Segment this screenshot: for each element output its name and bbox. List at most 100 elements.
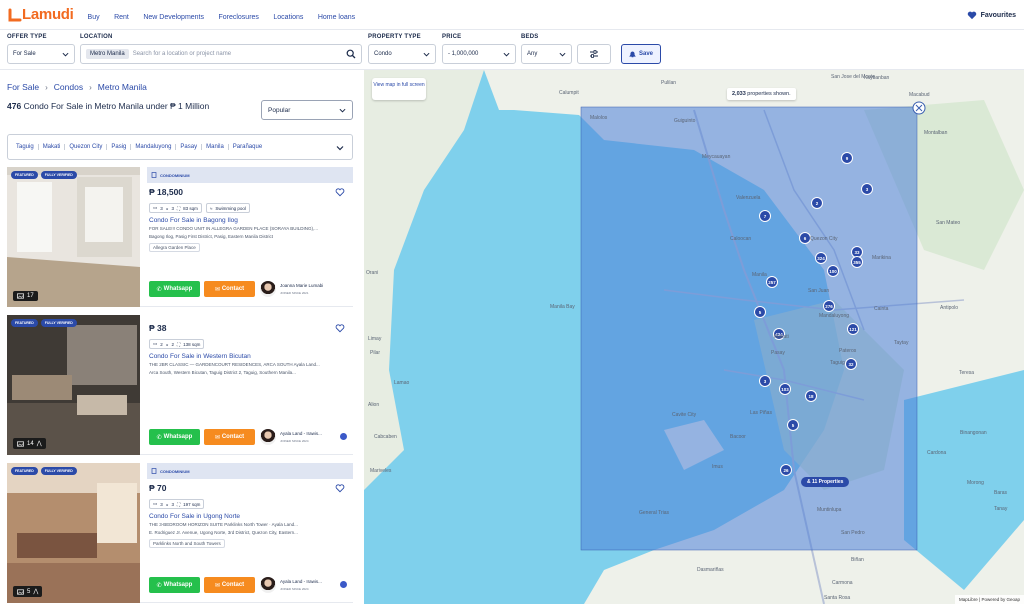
nav-rent[interactable]: Rent (114, 14, 129, 21)
results-text: Condo For Sale in Metro Manila under ₱ 1… (23, 101, 210, 111)
whatsapp-label: Whatsapp (163, 286, 193, 292)
map-cluster[interactable]: 276 (823, 300, 835, 312)
nav-locations[interactable]: Locations (273, 14, 303, 21)
whatsapp-button[interactable]: ✆ Whatsapp (149, 281, 200, 297)
listing-photo[interactable]: FEATURED FULLY VERIFIED 14 ⋀ (7, 315, 140, 455)
spec-rooms: ▭ 3 ◒ 3 ⛶ 197 sqm (149, 499, 205, 509)
map-cluster[interactable]: 3 (759, 375, 771, 387)
map-view[interactable]: View map in full screen 2,033 properties… (364, 70, 1024, 604)
breadcrumb-condos[interactable]: Condos (54, 82, 83, 92)
contact-button[interactable]: ✉ Contact (204, 577, 255, 593)
location-link-manila[interactable]: Manila (202, 144, 229, 150)
nav-foreclosures[interactable]: Foreclosures (218, 14, 258, 21)
bath-icon: ◒ (165, 205, 169, 211)
map-cluster[interactable]: 2 (811, 197, 823, 209)
breadcrumb-metro-manila[interactable]: Metro Manila (98, 82, 147, 92)
listing-photo[interactable]: FEATURED FULLY VERIFIED 17 (7, 167, 140, 307)
photo-count: 5 ⋀ (13, 586, 43, 597)
map-label: Carmona (832, 580, 853, 586)
project-tag[interactable]: Parklinks North and South Towers (149, 539, 225, 548)
project-tag[interactable]: Allegra Garden Place (149, 243, 200, 252)
map-cluster[interactable]: 121 (847, 323, 859, 335)
offer-type-select[interactable]: For Sale (7, 44, 75, 64)
location-chip[interactable]: Metro Manila (86, 49, 129, 59)
listing-title[interactable]: Condo For Sale in Bagong Ilog (149, 217, 238, 224)
agent-info[interactable]: Ayala Land - Irawis... JOINED SINCE 2024 (260, 429, 353, 445)
location-link-pasay[interactable]: Pasay (176, 144, 203, 150)
map-label: Meycauayan (702, 154, 731, 160)
map-cluster[interactable]: 7 (759, 210, 771, 222)
listing-title[interactable]: Condo For Sale in Ugong Norte (149, 513, 240, 520)
map-attribution[interactable]: MapLibre | Powered by Geoap (955, 595, 1024, 604)
whatsapp-button[interactable]: ✆ Whatsapp (149, 577, 200, 593)
sort-select[interactable]: Popular (261, 100, 353, 120)
more-filters-button[interactable] (577, 44, 611, 64)
listing-card[interactable]: FEATURED FULLY VERIFIED 14 ⋀ ₱ 38 ▭ 2 ◒ 2 … (7, 315, 353, 455)
location-search[interactable]: Metro Manila Search for a location or pr… (80, 44, 362, 64)
map-cluster[interactable]: 355 (851, 256, 863, 268)
location-link-taguig[interactable]: Taguig (14, 144, 39, 150)
location-link-makati[interactable]: Makati (39, 144, 66, 150)
mail-icon: ✉ (214, 434, 220, 441)
listing-address: Arca South, Western Bicutan, Taguig Dist… (149, 370, 296, 375)
favorite-heart-icon[interactable] (335, 187, 345, 197)
map-cluster[interactable]: 257 (766, 276, 778, 288)
nav-new-developments[interactable]: New Developments (143, 14, 204, 21)
agent-info[interactable]: Joanna Marie Lumabi JOINED SINCE 2021 (260, 281, 353, 297)
map-cluster[interactable]: 103 (779, 383, 791, 395)
bath-icon: ◒ (165, 501, 169, 507)
whatsapp-button[interactable]: ✆ Whatsapp (149, 429, 200, 445)
chevron-down-icon[interactable] (336, 144, 344, 152)
photo-count-value: 5 (27, 588, 31, 595)
nav-buy[interactable]: Buy (88, 14, 100, 21)
favorite-heart-icon[interactable] (335, 483, 345, 493)
room-photo (7, 315, 140, 455)
bath-count: 2 (171, 341, 175, 347)
nav-home-loans[interactable]: Home loans (318, 14, 355, 21)
verified-agent-icon (340, 581, 347, 588)
save-search-button[interactable]: Save (621, 44, 661, 64)
listing-card[interactable]: FEATURED FULLY VERIFIED 17 CONDOMINIUM ₱… (7, 167, 353, 307)
beds-select[interactable]: Any (521, 44, 572, 64)
view-full-map-button[interactable]: View map in full screen (372, 78, 426, 100)
property-type-select[interactable]: Condo (368, 44, 436, 64)
close-icon[interactable] (912, 101, 926, 115)
map-cluster[interactable]: 5 (787, 419, 799, 431)
listing-title[interactable]: Condo For Sale in Western Bicutan (149, 353, 251, 360)
location-link-paranaque[interactable]: Parañaque (229, 144, 266, 150)
map-cluster[interactable]: 18 (805, 390, 817, 402)
location-placeholder[interactable]: Search for a location or project name (133, 51, 346, 57)
listing-photo[interactable]: FEATURED FULLY VERIFIED 5 ⋀ (7, 463, 140, 603)
map-cluster[interactable]: 9 (841, 152, 853, 164)
map-cluster[interactable]: 100 (827, 265, 839, 277)
agent-info[interactable]: Ayala Land - Irawis... JOINED SINCE 2024 (260, 577, 353, 593)
location-link-pasig[interactable]: Pasig (107, 144, 132, 150)
map-cluster[interactable]: 324 (815, 252, 827, 264)
listing-card[interactable]: FEATURED FULLY VERIFIED 5 ⋀ CONDOMINIUM … (7, 463, 353, 603)
location-link-mandaluyong[interactable]: Mandaluyong (131, 144, 177, 150)
map-label: Marikina (872, 255, 891, 261)
search-icon[interactable] (346, 49, 356, 59)
contact-button[interactable]: ✉ Contact (204, 429, 255, 445)
spec-rooms: ▭ 2 ◒ 2 ⛶ 138 sqm (149, 339, 205, 349)
map-cluster[interactable]: 3 (861, 183, 873, 195)
property-type-band: CONDOMINIUM (147, 167, 353, 183)
lamudi-logo[interactable]: Lamudi (8, 6, 74, 23)
contact-button[interactable]: ✉ Contact (204, 281, 255, 297)
shown-count: 2,033 (732, 91, 746, 97)
location-link-quezon-city[interactable]: Quezon City (65, 144, 108, 150)
properties-pill[interactable]: & 11 Properties (801, 477, 850, 487)
favorite-heart-icon[interactable] (335, 323, 345, 333)
spec-amenity: ≈ Swimming pool (205, 203, 250, 213)
bed-icon: ▭ (153, 205, 158, 210)
map-cluster[interactable]: 5 (754, 306, 766, 318)
verified-badge: FULLY VERIFIED (40, 171, 77, 179)
map-cluster[interactable]: 32 (845, 358, 857, 370)
map-label: San Juan (808, 288, 830, 294)
price-select[interactable]: - 1,000,000 (442, 44, 516, 64)
mail-icon: ✉ (214, 582, 220, 589)
favourites-link[interactable]: Favourites (967, 10, 1016, 20)
image-icon (17, 588, 24, 595)
breadcrumb-for-sale[interactable]: For Sale (7, 82, 39, 92)
map-cluster[interactable]: 26 (780, 464, 792, 476)
